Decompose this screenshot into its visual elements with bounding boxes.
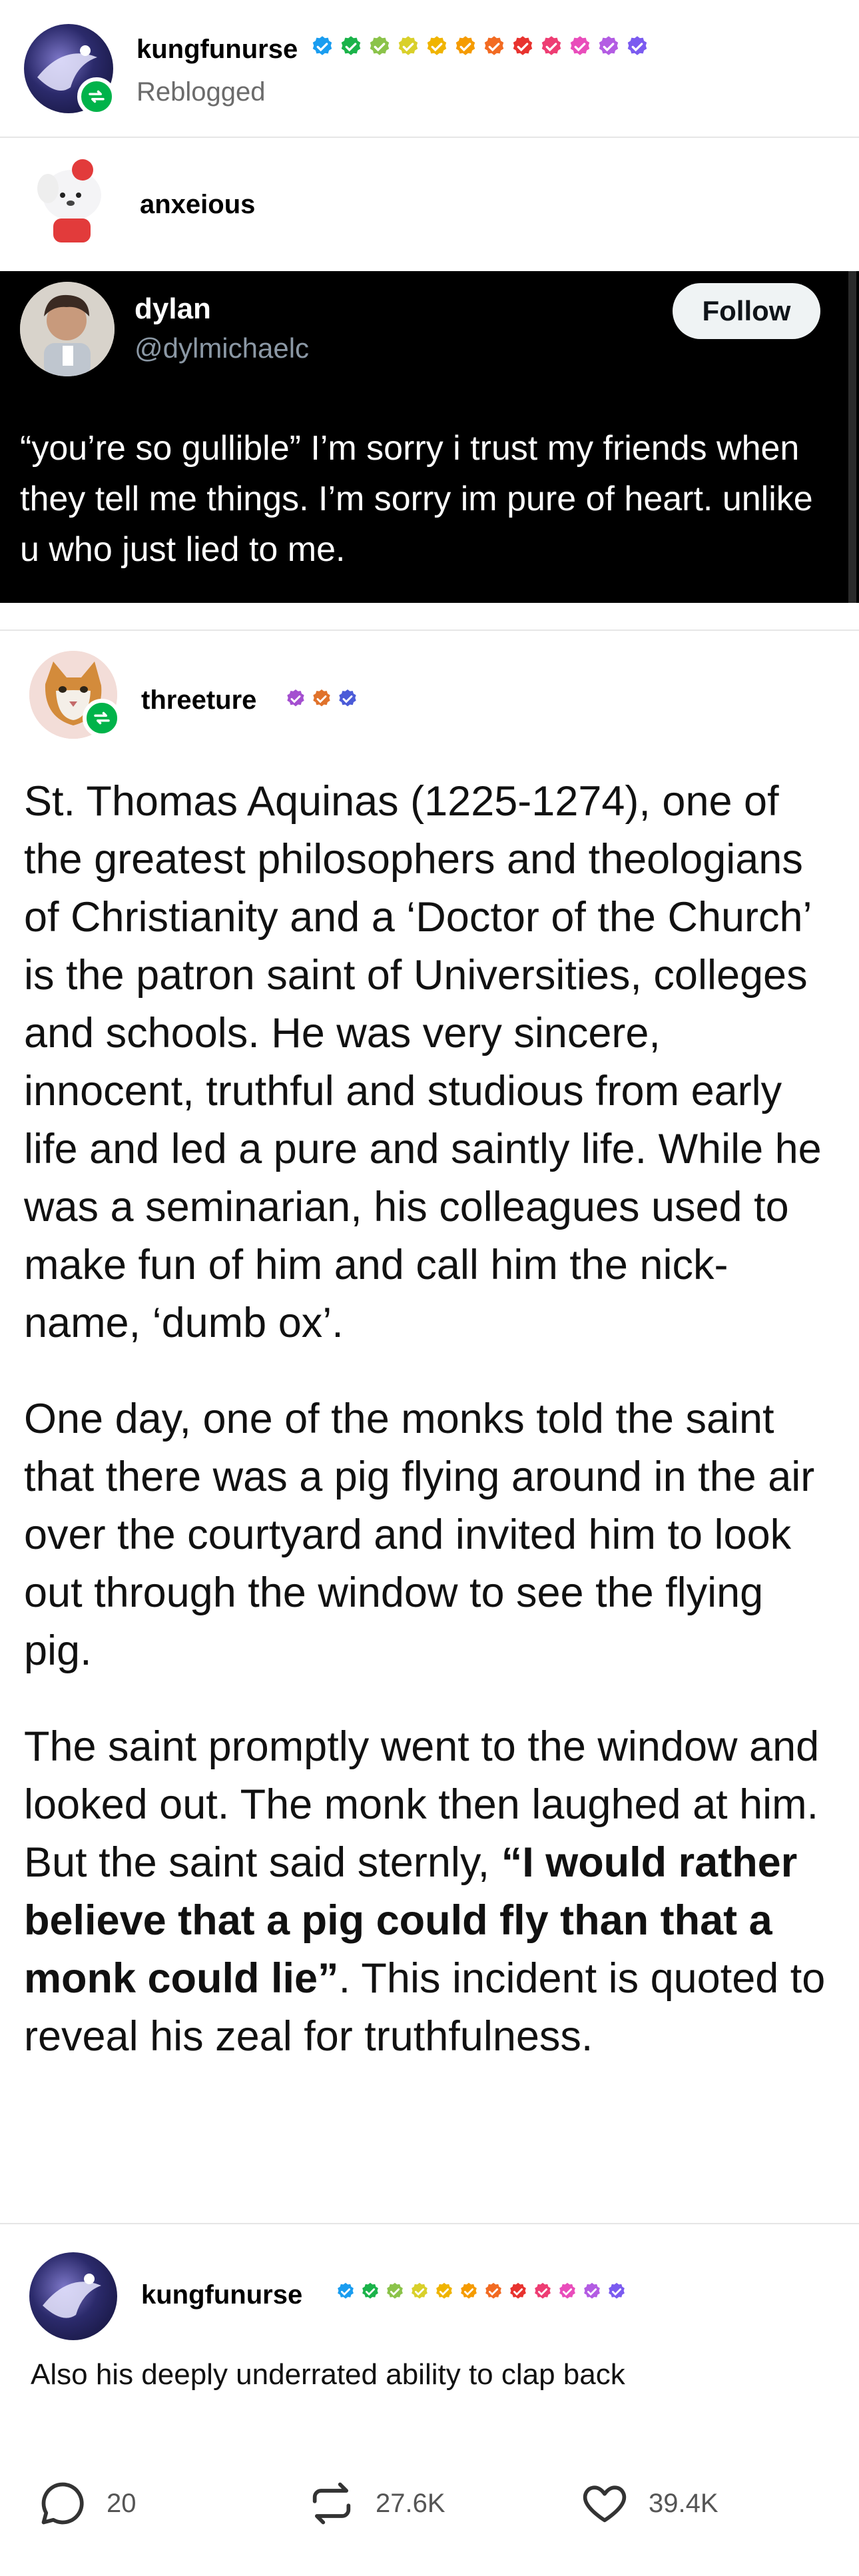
- post-header-threeture: threeture: [0, 631, 859, 751]
- username[interactable]: anxeious: [140, 191, 255, 218]
- avatar: [20, 282, 115, 376]
- paragraph: St. Thomas Aquinas (1225-1274), one of t…: [24, 778, 822, 1346]
- tweet-author-handle: @dylmichaelc: [135, 332, 310, 364]
- like-button[interactable]: 39.4K: [579, 2478, 718, 2529]
- badge-icon: [559, 2282, 575, 2299]
- badge-icon: [387, 2282, 403, 2299]
- embedded-tweet: dylan @dylmichaelc Follow “you’re so gul…: [0, 271, 859, 603]
- reblog-count: 27.6K: [376, 2488, 445, 2518]
- reply-count: 20: [107, 2488, 137, 2518]
- badge-icon: [599, 36, 619, 55]
- reblog-button[interactable]: 27.6K: [306, 2478, 445, 2529]
- tweet-author-name: dylan: [135, 292, 211, 325]
- follow-button[interactable]: Follow: [673, 283, 820, 339]
- avatar[interactable]: [32, 155, 112, 248]
- badge-icon: [339, 689, 356, 707]
- badge-icon: [513, 36, 533, 55]
- badge-icon: [609, 2282, 625, 2299]
- badge-icon: [427, 36, 447, 55]
- username[interactable]: kungfunurse: [141, 2282, 302, 2308]
- badge-row: [310, 35, 649, 59]
- badge-row: [336, 2282, 627, 2302]
- badge-icon: [627, 36, 647, 55]
- badge-icon: [398, 36, 418, 55]
- badge-icon: [535, 2282, 551, 2299]
- reblog-icon: [83, 699, 121, 737]
- username[interactable]: threeture: [141, 687, 256, 713]
- badge-icon: [370, 36, 390, 55]
- like-count: 39.4K: [649, 2488, 718, 2518]
- badge-icon: [461, 2282, 477, 2299]
- heart-icon: [583, 2485, 627, 2523]
- post-header-anxeious: anxeious: [0, 138, 859, 271]
- badge-icon: [362, 2282, 378, 2299]
- badge-icon: [287, 689, 304, 707]
- post-header-kungfunurse: kungfunurse: [0, 2224, 859, 2344]
- badge-icon: [570, 36, 590, 55]
- badge-icon: [584, 2282, 600, 2299]
- reblog-comment: Also his deeply underrated ability to cl…: [31, 2358, 625, 2391]
- paragraph: The saint promptly went to the window an…: [24, 1718, 840, 2066]
- reblog-status: Reblogged: [137, 77, 266, 107]
- badge-icon: [436, 2282, 452, 2299]
- badge-icon: [485, 2282, 501, 2299]
- comment-icon: [41, 2482, 84, 2525]
- badge-icon: [341, 36, 361, 55]
- badge-icon: [312, 36, 332, 55]
- badge-icon: [510, 2282, 526, 2299]
- badge-icon: [313, 689, 330, 707]
- reply-button[interactable]: 20: [37, 2478, 137, 2529]
- badge-icon: [338, 2282, 354, 2299]
- badge-icon: [412, 2282, 428, 2299]
- badge-row: [285, 688, 358, 709]
- reblog-header: kungfunurse Reblogged: [0, 0, 859, 137]
- badge-icon: [455, 36, 475, 55]
- post-body: St. Thomas Aquinas (1225-1274), one of t…: [24, 773, 840, 2104]
- reblog-icon: [312, 2482, 351, 2525]
- scrollbar[interactable]: [848, 271, 856, 603]
- paragraph: One day, one of the monks told the saint…: [24, 1396, 815, 1674]
- badge-icon: [484, 36, 504, 55]
- badge-icon: [541, 36, 561, 55]
- avatar[interactable]: [29, 2252, 117, 2340]
- tweet-text: “you’re so gullible” I’m sorry i trust m…: [20, 429, 813, 569]
- username[interactable]: kungfunurse: [137, 36, 298, 63]
- reblog-icon: [77, 77, 116, 116]
